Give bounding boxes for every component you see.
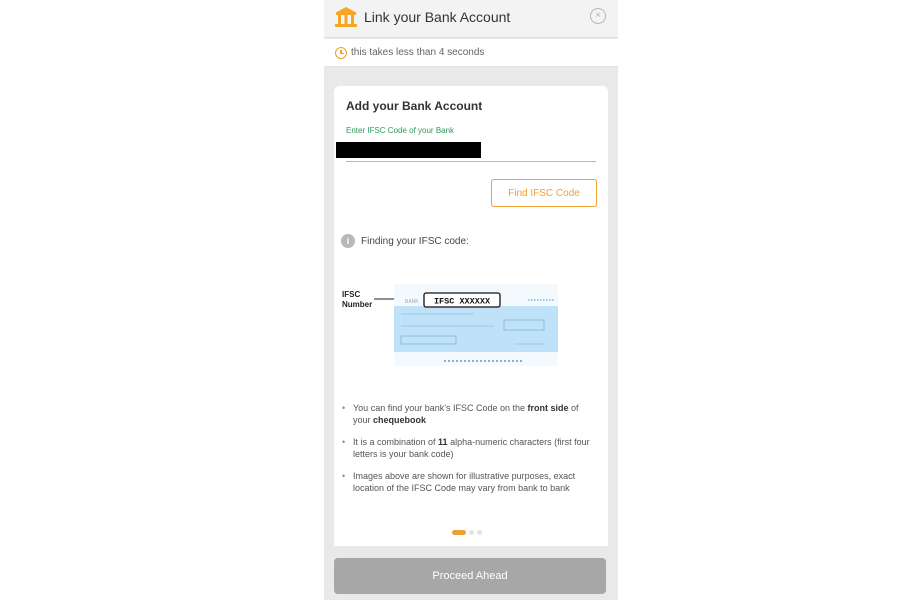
list-item: Images above are shown for illustrative … — [342, 470, 598, 494]
clock-icon — [335, 47, 347, 59]
carousel-dot-active[interactable] — [452, 530, 466, 535]
header-bar: Link your Bank Account × — [324, 0, 618, 38]
card-title: Add your Bank Account — [346, 99, 483, 113]
close-icon[interactable]: × — [590, 8, 606, 24]
bank-icon — [335, 7, 357, 27]
ifsc-number-label: IFSC Number — [342, 290, 372, 310]
time-hint-text: this takes less than 4 seconds — [351, 47, 485, 58]
cheque-ifsc-text: IFSC XXXXXX — [434, 297, 491, 307]
redacted-value — [336, 142, 481, 158]
list-item: You can find your bank's IFSC Code on th… — [342, 402, 598, 426]
page-title: Link your Bank Account — [364, 9, 511, 25]
carousel-dot[interactable] — [469, 530, 474, 535]
cheque-bank-text: BANK — [405, 299, 419, 305]
ifsc-help-list: You can find your bank's IFSC Code on th… — [342, 402, 598, 504]
ifsc-label-line2: Number — [342, 300, 373, 309]
cheque-illustration: BANK IFSC XXXXXX — [374, 284, 558, 366]
footer-bar: Proceed Ahead — [324, 546, 618, 600]
find-ifsc-button[interactable]: Find IFSC Code — [491, 179, 597, 207]
info-icon: i — [341, 234, 355, 248]
phone-screen: Link your Bank Account × this takes less… — [324, 0, 618, 600]
proceed-button[interactable]: Proceed Ahead — [334, 558, 606, 594]
time-hint-bar: this takes less than 4 seconds — [324, 39, 618, 67]
list-item: It is a combination of 11 alpha-numeric … — [342, 436, 598, 460]
ifsc-field-label: Enter IFSC Code of your Bank — [346, 126, 455, 135]
bank-account-card: Add your Bank Account Enter IFSC Code of… — [334, 86, 608, 556]
ifsc-label-line1: IFSC — [342, 290, 361, 299]
finding-ifsc-heading: Finding your IFSC code: — [361, 236, 469, 247]
carousel-dot[interactable] — [477, 530, 482, 535]
